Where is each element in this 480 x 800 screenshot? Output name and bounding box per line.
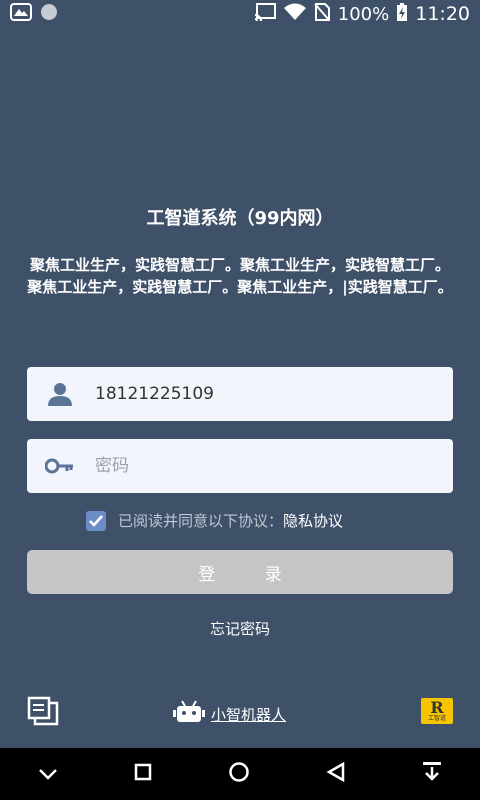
password-field[interactable] — [27, 439, 453, 493]
app-notification-icon — [10, 2, 32, 26]
phone-field[interactable] — [27, 367, 453, 421]
battery-percent: 100% — [337, 3, 390, 25]
system-nav-bar — [0, 748, 480, 800]
robot-icon — [173, 700, 205, 728]
app-slogan: 聚焦工业生产，实践智慧工厂。聚焦工业生产，实践智慧工厂。聚焦工业生产，实践智慧工… — [27, 256, 453, 296]
bottom-toolbar: 小智机器人 R 工智道 — [0, 694, 480, 730]
app-title: 工智道系统（99内网） — [146, 208, 334, 229]
privacy-link[interactable]: 隐私协议 — [283, 512, 343, 530]
recents-icon[interactable] — [134, 763, 152, 785]
password-input[interactable] — [93, 455, 427, 477]
check-icon — [89, 514, 103, 527]
status-bar: 100% 11:20 — [0, 0, 480, 28]
login-button[interactable]: 登 录 — [27, 550, 453, 594]
home-icon[interactable] — [228, 761, 250, 787]
back-icon[interactable] — [326, 761, 346, 786]
switch-account-icon[interactable] — [27, 696, 59, 730]
logo-text: 工智道 — [427, 715, 446, 722]
download-icon[interactable] — [422, 761, 442, 787]
circle-notification-icon — [40, 3, 58, 26]
forgot-password-link[interactable]: 忘记密码 — [0, 618, 480, 639]
agreement-checkbox[interactable] — [86, 510, 106, 531]
cast-icon — [254, 2, 276, 26]
robot-label[interactable]: 小智机器人 — [211, 704, 286, 725]
robot-assistant-link[interactable]: 小智机器人 — [173, 700, 286, 728]
phone-input[interactable] — [93, 383, 427, 405]
company-logo[interactable]: R 工智道 — [421, 698, 453, 724]
battery-charging-icon — [397, 2, 408, 26]
wifi-icon — [283, 3, 306, 26]
agreement-text: 已阅读并同意以下协议： — [118, 512, 284, 530]
clock: 11:20 — [415, 3, 470, 25]
no-sim-icon — [314, 2, 330, 26]
chevron-down-icon[interactable] — [38, 765, 58, 784]
agreement-row: 已阅读并同意以下协议：隐私协议 — [86, 510, 343, 531]
user-icon — [27, 382, 93, 406]
logo-letter: R — [430, 698, 444, 717]
key-icon — [27, 458, 93, 474]
